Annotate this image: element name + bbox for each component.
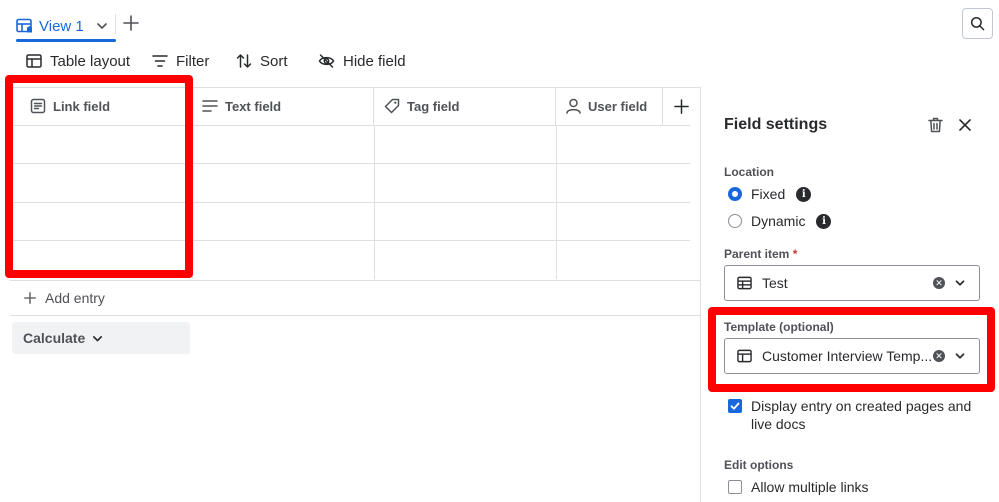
calculate-button[interactable]: Calculate: [12, 322, 190, 354]
add-view-button[interactable]: [121, 12, 141, 34]
table-icon: [26, 54, 42, 68]
checkmark-icon: [730, 402, 740, 410]
table-view-icon: [16, 18, 32, 33]
column-header-label: Text field: [225, 98, 282, 114]
location-label: Location: [724, 165, 774, 179]
user-icon: [566, 98, 581, 114]
display-entry-label: Display entry on created pages and live …: [751, 398, 972, 432]
parent-item-label: Parent item *: [724, 247, 797, 261]
table-icon: [737, 276, 752, 290]
active-tab-indicator: [16, 39, 116, 42]
sort-label: Sort: [260, 52, 288, 70]
column-header-user-field[interactable]: User field: [556, 87, 663, 125]
hide-field-label: Hide field: [343, 52, 406, 70]
view-toolbar: Table layout Filter Sort Hide field: [0, 48, 700, 74]
allow-multiple-links-option[interactable]: Allow multiple links: [728, 478, 868, 496]
text-lines-icon: [202, 100, 218, 112]
chevron-down-icon[interactable]: [953, 349, 967, 363]
table-layout-button[interactable]: Table layout: [26, 48, 130, 74]
parent-item-value: Test: [762, 275, 788, 291]
plus-icon: [674, 98, 689, 114]
tag-icon: [384, 98, 400, 114]
checkbox[interactable]: [728, 480, 742, 494]
panel-title: Field settings: [724, 116, 828, 133]
calculate-label: Calculate: [23, 330, 86, 346]
column-header-link-field[interactable]: Link field: [20, 87, 192, 125]
radio-button[interactable]: [728, 214, 742, 228]
allow-multiple-label: Allow multiple links: [751, 479, 869, 495]
template-label: Template (optional): [724, 320, 834, 334]
table-cell[interactable]: [20, 164, 192, 202]
radio-label: Dynamic: [751, 213, 806, 229]
chevron-down-icon[interactable]: [953, 276, 967, 290]
filter-button[interactable]: Filter: [152, 48, 209, 74]
edit-options-label: Edit options: [724, 458, 794, 472]
add-entry-button[interactable]: Add entry: [10, 280, 700, 316]
tab-divider: [115, 14, 116, 34]
column-header-label: User field: [588, 98, 648, 114]
add-entry-label: Add entry: [45, 290, 105, 306]
table-cell[interactable]: [20, 126, 192, 163]
delete-field-button[interactable]: [925, 115, 945, 135]
template-value: Customer Interview Temp...: [762, 348, 933, 364]
column-divider: [192, 125, 193, 279]
table-cell[interactable]: [20, 203, 192, 240]
display-entry-option[interactable]: Display entry on created pages and live …: [728, 397, 978, 433]
chevron-down-icon[interactable]: [94, 18, 110, 34]
location-option-dynamic[interactable]: Dynamic i: [728, 211, 832, 231]
clear-icon[interactable]: ✕: [933, 277, 945, 289]
location-option-fixed[interactable]: Fixed i: [728, 184, 812, 204]
hide-field-button[interactable]: Hide field: [318, 48, 406, 74]
checkbox[interactable]: [728, 399, 742, 413]
column-divider: [556, 125, 557, 279]
parent-item-label-text: Parent item: [724, 247, 790, 261]
clear-icon[interactable]: ✕: [933, 350, 945, 362]
table-cell[interactable]: [20, 241, 192, 279]
link-field-icon: [30, 98, 46, 114]
search-button[interactable]: [962, 8, 993, 39]
sort-button[interactable]: Sort: [236, 48, 288, 74]
parent-item-select[interactable]: Test ✕: [724, 265, 980, 301]
close-panel-button[interactable]: [955, 115, 975, 135]
column-header-tag-field[interactable]: Tag field: [374, 87, 556, 125]
template-select[interactable]: Customer Interview Temp... ✕: [724, 338, 980, 374]
top-bar: View 1: [0, 0, 999, 44]
table-layout-label: Table layout: [50, 52, 131, 70]
filter-label: Filter: [176, 52, 210, 70]
radio-label: Fixed: [751, 186, 786, 202]
eye-hidden-icon: [318, 54, 335, 68]
info-icon[interactable]: i: [796, 186, 812, 202]
view-tab[interactable]: View 1: [16, 10, 116, 42]
template-icon: [737, 349, 752, 363]
column-header-label: Tag field: [407, 98, 460, 114]
required-marker: *: [792, 247, 798, 261]
search-icon: [970, 16, 985, 31]
radio-button[interactable]: [728, 187, 742, 201]
chevron-down-icon: [93, 335, 103, 341]
field-settings-panel: Field settings Location Fixed i Dynamic …: [700, 87, 999, 502]
column-header-label: Link field: [53, 98, 111, 114]
info-icon[interactable]: i: [816, 213, 832, 229]
column-divider: [374, 125, 375, 279]
column-header-text-field[interactable]: Text field: [192, 87, 374, 125]
view-tab-label: View 1: [39, 17, 84, 35]
trash-icon: [927, 117, 943, 133]
close-icon: [959, 119, 971, 131]
filter-icon: [152, 55, 168, 67]
plus-icon: [24, 292, 36, 304]
plus-icon: [123, 15, 139, 31]
add-column-button[interactable]: [663, 87, 700, 125]
sort-icon: [236, 54, 252, 68]
